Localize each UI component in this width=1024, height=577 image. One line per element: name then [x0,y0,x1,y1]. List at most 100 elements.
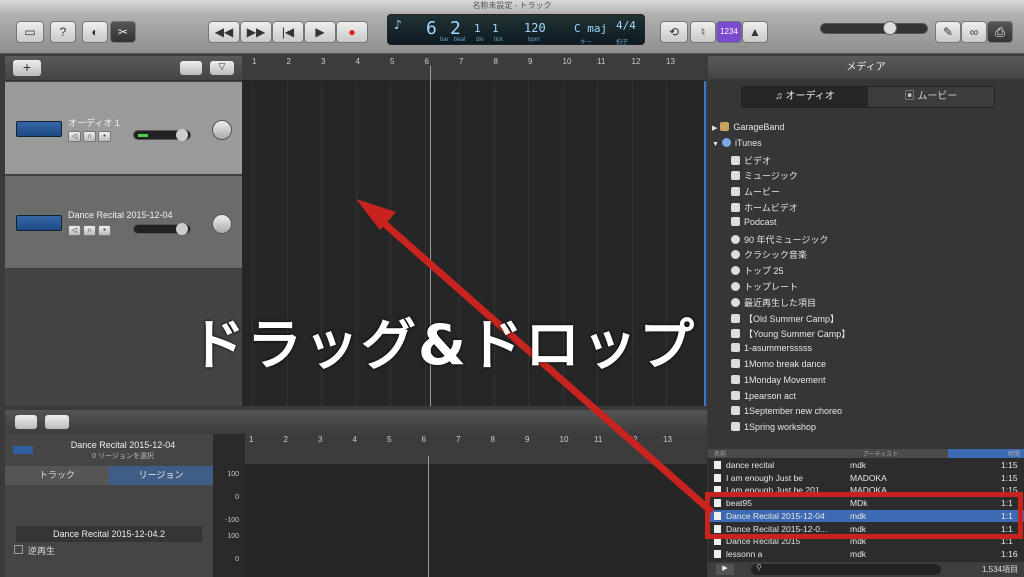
filter-icon: ▽ [218,61,226,71]
media-source-item[interactable]: トップ 25 [731,264,784,277]
lcd-tick-label: tick [494,37,503,43]
headphones-icon[interactable]: ∩ [83,131,96,142]
editor-playhead[interactable] [428,456,429,577]
media-source-label: ミュージック [744,171,798,182]
disclosure-triangle-icon[interactable]: ▶ [712,125,717,132]
volume-thumb[interactable] [176,129,188,141]
record-button[interactable]: ● [336,21,368,43]
media-source-item[interactable]: 最近再生した項目 [731,296,816,309]
song-row[interactable]: I am enough Just be MADOKA 1:15 [708,472,1024,484]
go-to-beginning-button[interactable]: |◀ [272,21,304,43]
ruler-bar-number: 11 [597,57,606,66]
region-name-field[interactable]: Dance Recital 2015-12-04.2 [16,526,202,542]
lcd-key: C maj [574,22,608,35]
media-source-item[interactable]: 90 年代ミュージック [731,233,828,246]
count-in-button[interactable]: 1234 [716,21,742,43]
editor-waveform-area[interactable] [245,464,707,577]
media-source-item[interactable]: ホームビデオ [731,201,798,214]
tab-region[interactable]: リージョン [109,466,213,485]
media-source-item[interactable]: 【Old Summer Camp】 [731,312,839,325]
media-source-item[interactable]: クラシック音楽 [731,248,807,261]
record-enable-button[interactable]: • [98,131,111,142]
track-header[interactable]: オーディオ 1 ◁ ∩ • [5,82,242,175]
pan-knob[interactable] [212,214,232,234]
help-button[interactable]: ? [50,21,76,43]
column-name[interactable]: 名前 [714,449,726,458]
master-volume-thumb[interactable] [883,21,897,35]
annotation-caption: ドラッグ&ドロップ [190,313,696,377]
smart-controls-button[interactable]: ◐ [82,21,108,43]
headphones-icon[interactable]: ∩ [83,225,96,236]
gear-icon [731,234,740,244]
media-source-item[interactable]: トップレート [731,280,798,293]
preview-play-button[interactable]: ▶ [716,564,734,575]
window-title-bar: 名称未設定 - トラック [0,0,1024,12]
song-row[interactable]: dance recital mdk 1:15 [708,459,1024,471]
track-volume-slider[interactable] [133,129,191,141]
volume-thumb[interactable] [176,223,188,235]
add-track-button[interactable]: + [13,60,41,76]
song-name: lessonn a [726,548,763,559]
editors-button[interactable]: ✂ [110,21,136,43]
reverse-checkbox[interactable] [14,545,23,554]
record-enable-button[interactable]: • [98,225,111,236]
metronome-button[interactable]: ▲ [742,21,768,43]
loop-browser-button[interactable]: ∞ [961,21,987,43]
tuner-button[interactable]: ♮ [690,21,716,43]
track-volume-slider[interactable] [133,223,191,235]
ruler-bar-number: 4 [355,57,360,66]
rewind-button[interactable]: ◀◀ [208,21,240,43]
tab-track[interactable]: トラック [5,466,109,485]
media-search-input[interactable]: ⚲ [751,563,941,575]
media-source-label: 【Young Summer Camp】 [744,329,851,340]
media-source-label: GarageBand [733,122,785,132]
tab-audio[interactable]: ♫ オーディオ [742,87,868,107]
media-source-item[interactable]: ミュージック [731,169,798,182]
media-browser-button[interactable]: ⎙ [987,21,1013,43]
media-source-item[interactable]: 【Young Summer Camp】 [731,327,850,340]
cycle-button[interactable]: ⟲ [660,21,688,43]
ruler-bar-number: 12 [631,57,641,66]
track-header[interactable]: Dance Recital 2015-12-04 ◁ ∩ • [5,176,242,269]
media-source-item[interactable]: 1Monday Movement [731,374,826,385]
mute-button[interactable]: ◁ [68,225,81,236]
mute-button[interactable]: ◁ [68,131,81,142]
lcd-tempo: 120 [524,21,546,35]
media-source-label: ホームビデオ [744,203,798,213]
play-button[interactable]: ▶ [304,21,336,43]
media-source-item[interactable]: ▶ GarageBand [712,122,784,132]
media-source-item[interactable]: 1-asummersssss [731,343,812,353]
media-source-item[interactable]: Podcast [731,216,777,227]
media-source-item[interactable]: 1Spring workshop [731,422,816,432]
media-source-item[interactable]: 1September new choreo [731,406,842,416]
media-source-label: Podcast [744,216,777,227]
catch-playhead-button[interactable] [180,61,202,75]
master-volume-slider[interactable] [820,21,928,35]
media-source-item[interactable]: ビデオ [731,154,771,167]
media-source-item[interactable]: ▼ iTunes [712,137,762,148]
track-name: Dance Recital 2015-12-04 [68,210,173,220]
song-row[interactable]: lessonn a mdk 1:16 [708,548,1024,560]
ruler[interactable]: 1 2 3 4 5 6 7 8 9 10 11 12 13 [242,56,706,81]
library-button[interactable]: ▭ [16,21,44,43]
level-meter [138,134,148,137]
media-source-item[interactable]: ムービー [731,185,780,198]
editor-filter-button[interactable] [45,415,69,429]
lcd-display[interactable]: ♪ 6 2 1 1 120 C maj 4/4 bar beat div tic… [387,14,645,46]
tuning-fork-icon: ♮ [700,25,706,39]
filter-button[interactable]: ▽ [210,61,234,75]
notepad-button[interactable]: ✎ [935,21,961,43]
column-artist[interactable]: アーティスト [863,449,898,458]
pan-knob[interactable] [212,120,232,140]
column-time[interactable]: 時間 [948,449,1024,458]
media-source-item[interactable]: 1pearson act [731,390,796,401]
disclosure-triangle-icon[interactable]: ▼ [712,141,719,148]
tab-movie[interactable]: ▣ ムービー [868,87,994,107]
editor-ruler[interactable]: 1 2 3 4 5 6 7 8 9 10 11 12 13 [245,434,707,464]
editor-catch-button[interactable] [15,415,37,429]
music-note-icon [731,171,740,181]
fast-forward-button[interactable]: ▶▶ [240,21,272,43]
media-source-item[interactable]: 1Momo break dance [731,359,826,369]
region-waveform-icon [13,446,33,454]
ruler-bar-number: 7 [459,57,464,66]
